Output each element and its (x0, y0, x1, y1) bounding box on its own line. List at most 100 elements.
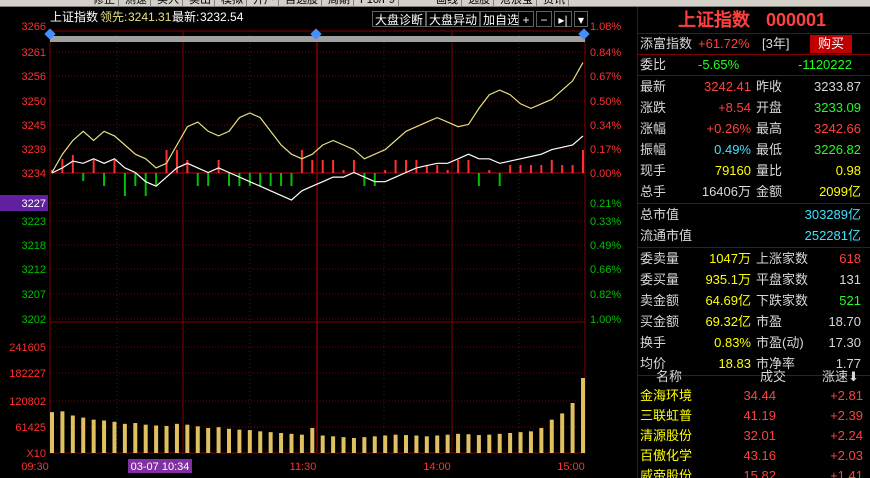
fund-value: +61.72% (698, 36, 750, 51)
quote-panel: 上证指数 000001 添富指数 +61.72% [3年] 购买委比 -5.65% -1120… (637, 7, 870, 478)
order-ratio-label: 委比 (640, 57, 667, 72)
buy-button[interactable]: 购买 (810, 35, 853, 53)
toolbar-item[interactable]: 模拟 (218, 0, 247, 6)
dropdown-icon[interactable]: ▾ (574, 11, 588, 27)
rank-stock-price: 32.01 (743, 428, 776, 443)
depth-label: 上涨家数 (756, 251, 809, 266)
depth-label: 换手 (640, 335, 667, 350)
time-axis-label: 09:30 (21, 461, 49, 473)
quote-row: 涨幅 +0.26% 最高 3242.66 (638, 119, 870, 139)
rank-header-speed[interactable]: 涨速⬇ (822, 367, 859, 387)
rank-stock-price: 34.44 (743, 388, 776, 403)
volume-bar (341, 437, 346, 453)
order-ratio-row: 委比 -5.65% -1120222 (638, 55, 870, 75)
quote-label: 涨跌 (640, 100, 667, 115)
quote-label: 总手 (640, 184, 667, 199)
quote-value: 2099亿 (819, 184, 861, 199)
quote-label: 现手 (640, 163, 667, 178)
index-name-label: 上证指数 (50, 10, 99, 24)
fund-period: [3年] (762, 36, 790, 51)
volume-bar (227, 428, 231, 453)
toolbar-item[interactable]: 画线 (433, 0, 462, 6)
minus-icon[interactable]: − (536, 11, 552, 27)
quote-value: 16406万 (701, 184, 751, 199)
volume-bar (435, 435, 440, 453)
pct-tick-label: 0.21% (590, 198, 621, 210)
depth-value: 18.70 (828, 314, 861, 329)
market-cap-label: 流通市值 (640, 228, 693, 243)
rank-header-name: 名称 (656, 369, 683, 384)
rank-stock-name: 清源股份 (640, 428, 693, 443)
volume-tick-label: X10 (26, 448, 46, 460)
plus-icon[interactable]: + (518, 11, 534, 27)
toolbar-item[interactable]: 选股 (465, 0, 494, 6)
depth-row: 换手 0.83% 市盈(动) 17.30 (638, 333, 870, 353)
market-cap-row: 总市值 303289亿 (638, 205, 870, 225)
rank-row[interactable]: 金海环境 34.44 +2.81 (638, 386, 870, 406)
volume-tick-label: 182227 (9, 368, 46, 380)
volume-bar (279, 433, 284, 453)
chart-canvas[interactable]: 3266 1.08% 3261 0.84% 3256 0.67% 3250 0.50% 3245… (0, 7, 635, 478)
volume-bar (70, 415, 75, 453)
toolbar-item[interactable]: 资讯 (540, 0, 569, 6)
fund-row: 添富指数 +61.72% [3年] 购买 (638, 34, 870, 54)
rank-row[interactable]: 三联虹普 41.19 +2.39 (638, 406, 870, 426)
toolbar-item[interactable]: F10/F9 (357, 0, 399, 6)
toolbar-item[interactable]: 卖出 (186, 0, 215, 6)
toolbar-item[interactable]: 测速 (122, 0, 151, 6)
price-tick-label: 3261 (22, 47, 46, 59)
cursor-time-label: 03-07 10:34 (131, 461, 190, 473)
depth-value: 69.32亿 (705, 314, 751, 329)
panel-title-row: 上证指数 000001 (638, 8, 870, 32)
rank-row[interactable]: 清源股份 32.01 +2.24 (638, 426, 870, 446)
price-tick-label: 3223 (22, 216, 46, 228)
intraday-chart[interactable]: 3266 1.08% 3261 0.84% 3256 0.67% 3250 0.50% 3245… (0, 7, 635, 478)
volume-bar (247, 430, 252, 453)
market-alert-button[interactable]: 大盘异动 (426, 11, 481, 27)
volume-tick-label: 120802 (9, 396, 46, 408)
quote-value: 3233.09 (814, 100, 861, 115)
toolbar-item[interactable]: 沧浪宝 (497, 0, 537, 6)
price-tick-label: 3245 (22, 120, 46, 132)
toolbar-item[interactable]: 修正 (90, 0, 119, 6)
price-tick-label: 3207 (22, 289, 46, 301)
rank-row[interactable]: 威帝股份 15.82 +1.41 (638, 466, 870, 478)
skip-icon[interactable]: ▸| (554, 11, 572, 27)
order-diff-value: -1120222 (798, 57, 852, 72)
quote-label: 振幅 (640, 142, 667, 157)
volume-bar (102, 420, 107, 453)
toolbar-item[interactable]: 买入 (154, 0, 183, 6)
quote-label: 金额 (756, 184, 783, 199)
price-tick-label: 3250 (22, 96, 46, 108)
volume-bar (383, 435, 388, 453)
market-cap-row: 流通市值 252281亿 (638, 226, 870, 246)
rank-stock-speed: +1.41 (830, 468, 863, 478)
volume-bar (414, 435, 419, 453)
price-tick-label: 3234 (22, 168, 46, 180)
pct-tick-label: 0.50% (590, 96, 621, 108)
price-tick-label: 3227 (22, 198, 46, 210)
toolbar-item[interactable]: 周期 (325, 0, 354, 6)
fund-label: 添富指数 (640, 36, 693, 51)
depth-label: 委卖量 (640, 251, 680, 266)
market-diagnosis-button[interactable]: 大盘诊断 (372, 11, 427, 27)
depth-label: 市盈(动) (756, 335, 804, 350)
quote-value: 3226.82 (814, 142, 861, 157)
rank-header-row: 名称 成交 涨速⬇ (638, 367, 870, 387)
toolbar-item[interactable]: 开户 (250, 0, 279, 6)
volume-bar (122, 423, 127, 453)
volume-bar (456, 433, 461, 453)
volume-bar (570, 403, 575, 453)
volume-bar (143, 424, 148, 453)
add-favorite-button[interactable]: 加自选 (480, 11, 523, 27)
toolbar-item[interactable]: 自选股 (282, 0, 322, 6)
quote-row: 涨跌 +8.54 开盘 3233.09 (638, 98, 870, 118)
rank-stock-speed: +2.39 (830, 408, 863, 423)
quote-value: 3242.66 (814, 121, 861, 136)
quote-row: 最新 3242.41 昨收 3233.87 (638, 77, 870, 97)
volume-bar (81, 417, 86, 453)
rank-row[interactable]: 百傲化学 43.16 +2.03 (638, 446, 870, 466)
volume-bar (424, 436, 429, 453)
pct-tick-label: 0.84% (590, 47, 621, 59)
panel-separator (638, 203, 870, 204)
